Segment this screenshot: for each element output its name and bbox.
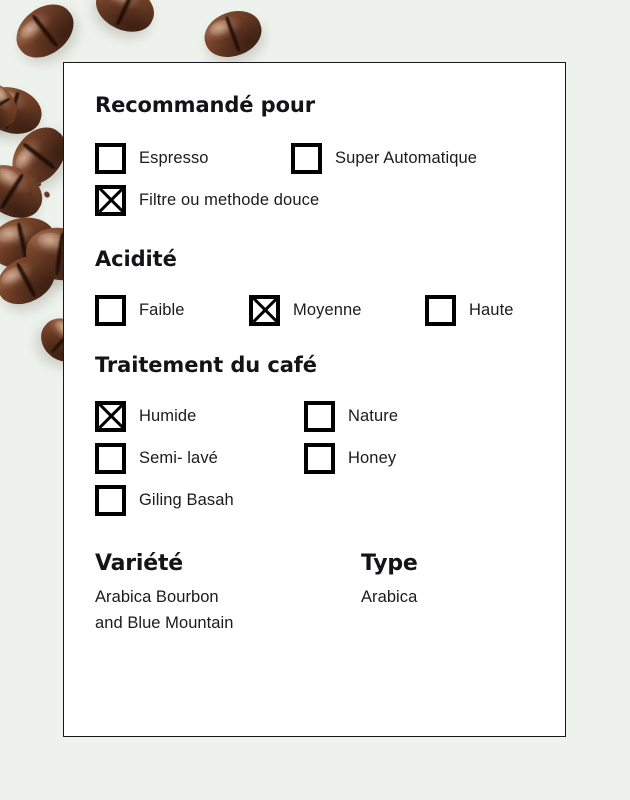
option-row: Humide Nature [95,395,537,437]
checkbox-giling-basah[interactable] [95,484,126,516]
section-title-variete: Variété [95,551,184,576]
coffee-bean-icon [0,154,52,229]
section-acidite: Acidité Faible Moyenne Haute [95,247,537,331]
checkbox-label-faible: Faible [139,300,185,319]
checkbox-item-honey[interactable]: Honey [304,442,397,474]
checkbox-moyenne[interactable] [249,294,280,326]
coffee-bean-icon [0,79,48,142]
section-recommande-pour: Recommandé pour Espresso Super Automatiq… [95,93,537,221]
checkbox-label-giling-basah: Giling Basah [139,490,234,509]
coffee-crumb-icon [24,188,33,197]
option-row: Faible Moyenne Haute [95,289,537,331]
checkbox-honey[interactable] [304,442,335,474]
checkbox-item-humide[interactable]: Humide [95,400,304,432]
type-value: Arabica [361,588,418,606]
checkbox-semi-lave[interactable] [95,442,126,474]
checkbox-espresso[interactable] [95,142,126,174]
checkbox-label-nature: Nature [348,406,399,425]
variete-line-2: and Blue Mountain [95,613,234,632]
checkbox-item-espresso[interactable]: Espresso [95,142,291,174]
checkbox-item-haute[interactable]: Haute [425,294,514,326]
option-rows-recommande-pour: Espresso Super Automatique Filtre ou met… [95,137,537,221]
coffee-bean-icon [88,0,162,41]
coffee-crumb-icon [43,190,51,199]
section-title-type: Type [361,551,418,576]
coffee-bean-icon [198,3,268,65]
section-title-traitement-du-cafe: Traitement du café [95,353,317,377]
checkbox-item-super-automatique[interactable]: Super Automatique [291,142,478,174]
checkbox-item-nature[interactable]: Nature [304,400,399,432]
option-row: Filtre ou methode douce [95,179,537,221]
checkbox-item-semi-lave[interactable]: Semi- lavé [95,442,304,474]
checkbox-item-filtre-ou-methode-douce[interactable]: Filtre ou methode douce [95,184,320,216]
checkbox-filtre-ou-methode-douce[interactable] [95,184,126,216]
coffee-bean-icon [0,246,63,314]
option-row: Semi- lavé Honey [95,437,537,479]
section-title-recommande-pour: Recommandé pour [95,93,316,117]
checkbox-label-moyenne: Moyenne [293,300,362,319]
coffee-bean-icon [0,77,25,135]
section-traitement-du-cafe: Traitement du café Humide Nature Semi- l… [95,353,537,521]
checkbox-item-moyenne[interactable]: Moyenne [249,294,425,326]
variete-line-1: Arabica Bourbon [95,588,219,606]
checkbox-label-super-automatique: Super Automatique [335,148,478,167]
checkbox-label-humide: Humide [139,406,197,425]
coffee-bean-icon [0,211,61,275]
section-title-acidite: Acidité [95,247,177,271]
checkbox-faible[interactable] [95,294,126,326]
option-row: Espresso Super Automatique [95,137,537,179]
checkbox-super-automatique[interactable] [291,142,322,174]
checkbox-item-faible[interactable]: Faible [95,294,249,326]
coffee-crumb-icon [35,181,42,187]
checkbox-label-haute: Haute [469,300,514,319]
checkbox-label-honey: Honey [348,448,397,467]
coffee-crumb-icon [29,173,44,186]
type-block: Type Arabica [361,551,537,611]
option-rows-acidite: Faible Moyenne Haute [95,289,537,331]
option-rows-traitement-du-cafe: Humide Nature Semi- lavé Honey Giling Ba… [95,395,537,521]
checkbox-humide[interactable] [95,400,126,432]
variete-block: Variété Arabica Bourbon and Blue Mountai… [95,551,361,636]
checkbox-label-espresso: Espresso [139,148,209,167]
coffee-spec-card: Recommandé pour Espresso Super Automatiq… [63,62,566,737]
checkbox-haute[interactable] [425,294,456,326]
checkbox-nature[interactable] [304,400,335,432]
checkbox-label-semi-lave: Semi- lavé [139,448,218,467]
section-variete-type: Variété Arabica Bourbon and Blue Mountai… [95,551,537,636]
checkbox-label-filtre-ou-methode-douce: Filtre ou methode douce [139,190,320,209]
option-row: Giling Basah [95,479,537,521]
checkbox-item-giling-basah[interactable]: Giling Basah [95,484,304,516]
coffee-bean-icon [6,0,84,69]
